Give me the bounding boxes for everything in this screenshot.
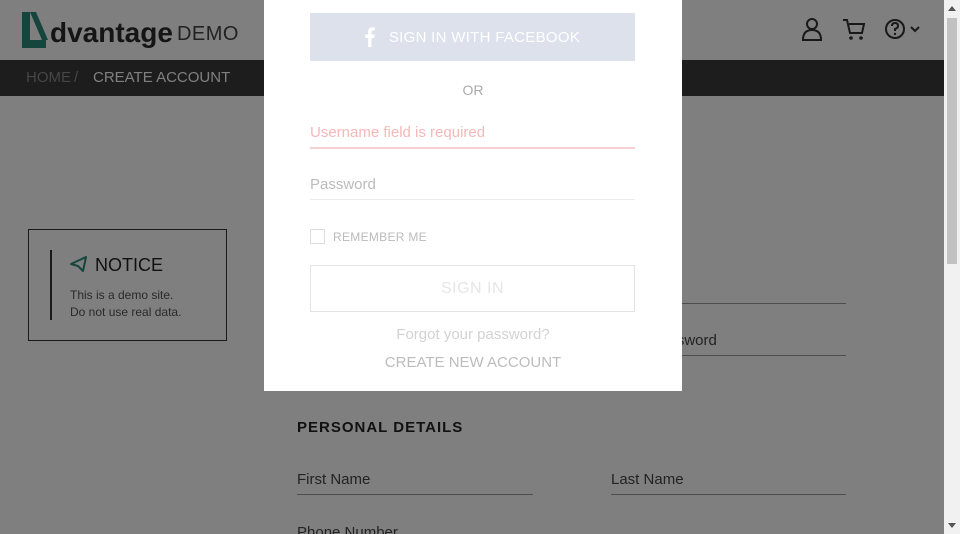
scrollbar-thumb[interactable] — [947, 18, 957, 264]
remember-me-checkbox[interactable] — [310, 229, 325, 244]
username-input[interactable]: Username field is required — [310, 124, 635, 149]
login-modal: SIGN IN WITH FACEBOOK OR Username field … — [264, 0, 682, 391]
scroll-down-arrow-icon[interactable] — [944, 518, 960, 534]
sign-in-button[interactable]: SIGN IN — [310, 265, 635, 312]
facebook-button-label: SIGN IN WITH FACEBOOK — [388, 28, 581, 46]
facebook-signin-button[interactable]: SIGN IN WITH FACEBOOK — [310, 13, 635, 61]
scrollbar[interactable] — [944, 0, 960, 534]
forgot-password-link[interactable]: Forgot your password? — [264, 326, 682, 343]
remember-me[interactable]: REMEMBER ME — [310, 229, 427, 244]
create-account-link[interactable]: CREATE NEW ACCOUNT — [264, 354, 682, 371]
username-error-text: Username field is required — [310, 124, 486, 141]
facebook-icon — [365, 27, 375, 47]
password-input[interactable]: Password — [310, 176, 635, 200]
remember-me-label: REMEMBER ME — [333, 229, 427, 244]
password-placeholder: Password — [310, 176, 376, 193]
scroll-up-arrow-icon[interactable] — [944, 0, 960, 16]
or-divider: OR — [462, 82, 484, 98]
